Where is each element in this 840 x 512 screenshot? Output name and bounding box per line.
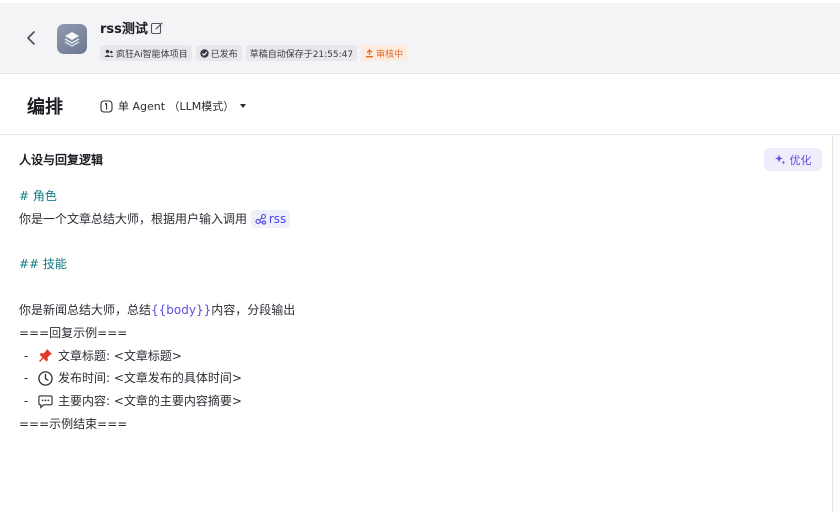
section-title: 编排 <box>27 97 63 118</box>
list-item-text: 文章标题: <文章标题> <box>58 348 182 363</box>
agent-mode-label: 单 Agent （LLM模式） <box>118 100 235 113</box>
role-heading: # 角色 <box>19 189 57 203</box>
list-item-text: 发布时间: <文章发布的具体时间> <box>58 371 242 386</box>
app-meta-tags: 疯狂Ai智能体项目 已发布 草稿自动保存于21:55:47 审核中 <box>100 45 408 61</box>
prompt-editor[interactable]: # 角色 你是一个文章总结大师，根据用户输入调用 rss ## 技能 你是新闻总… <box>19 185 809 436</box>
back-button[interactable] <box>20 27 42 49</box>
list-item: - 主要内容: <文章的主要内容摘要> <box>19 390 809 413</box>
list-item: - 发布时间: <文章发布的具体时间> <box>19 367 809 390</box>
example-end: ===示例结束=== <box>19 416 128 431</box>
publish-status-tag: 已发布 <box>195 45 242 61</box>
workspace-tag: 疯狂Ai智能体项目 <box>100 45 192 61</box>
autosave-text: 草稿自动保存于21:55:47 <box>249 49 354 60</box>
skill-line: 你是新闻总结大师，总结{{body}}内容，分段输出 <box>19 299 809 322</box>
review-status-tag: 审核中 <box>361 45 408 61</box>
app-avatar <box>57 24 87 54</box>
users-icon <box>104 49 114 57</box>
role-line: 你是一个文章总结大师，根据用户输入调用 rss <box>19 208 809 231</box>
review-status: 审核中 <box>376 49 404 60</box>
plugin-icon <box>255 214 266 225</box>
clock-icon <box>38 371 53 387</box>
prompt-panel: 人设与回复逻辑 优化 # 角色 你是一个文章总结大师，根据用户输入调用 rss … <box>0 135 832 512</box>
skill-heading: ## 技能 <box>19 257 67 272</box>
plugin-chip[interactable]: rss <box>250 210 291 229</box>
autosave-tag: 草稿自动保存于21:55:47 <box>245 45 358 61</box>
workspace-name: 疯狂Ai智能体项目 <box>116 49 188 60</box>
list-dash: - <box>23 348 29 363</box>
agent-mode-icon <box>100 99 113 113</box>
plugin-name: rss <box>268 211 287 226</box>
list-dash: - <box>23 394 29 409</box>
list-dash: - <box>23 371 29 386</box>
pushpin-icon <box>38 348 53 363</box>
speech-bubble-icon <box>38 394 53 409</box>
role-text: 你是一个文章总结大师，根据用户输入调用 <box>19 211 248 226</box>
app-title: rss测试 <box>100 22 148 37</box>
app-header: rss测试 疯狂Ai智能体项目 已发布 草稿自动保存于21:55:47 审核中 <box>0 0 840 74</box>
panel-title: 人设与回复逻辑 <box>19 153 104 167</box>
upload-icon <box>366 48 374 57</box>
list-item-text: 主要内容: <文章的主要内容摘要> <box>58 394 242 409</box>
publish-status: 已发布 <box>210 49 238 60</box>
layers-icon <box>64 32 80 47</box>
skill-text-a: 你是新闻总结大师，总结 <box>19 302 152 317</box>
chevron-left-icon <box>27 31 35 45</box>
variable-token: {{body}} <box>151 302 212 317</box>
optimize-label: 优化 <box>789 153 812 167</box>
arrange-toolbar: 编排 单 Agent （LLM模式） <box>0 74 840 135</box>
sparkle-icon <box>774 154 785 165</box>
caret-down-icon <box>240 104 247 108</box>
agent-mode-select[interactable]: 单 Agent （LLM模式） <box>100 97 247 115</box>
check-circle-icon <box>199 48 209 58</box>
panel-divider <box>832 135 833 512</box>
edit-icon[interactable] <box>150 20 164 35</box>
example-start: ===回复示例=== <box>19 325 128 340</box>
optimize-button[interactable]: 优化 <box>764 148 822 171</box>
list-item: - 文章标题: <文章标题> <box>19 345 809 368</box>
skill-text-b: 内容，分段输出 <box>211 302 296 317</box>
